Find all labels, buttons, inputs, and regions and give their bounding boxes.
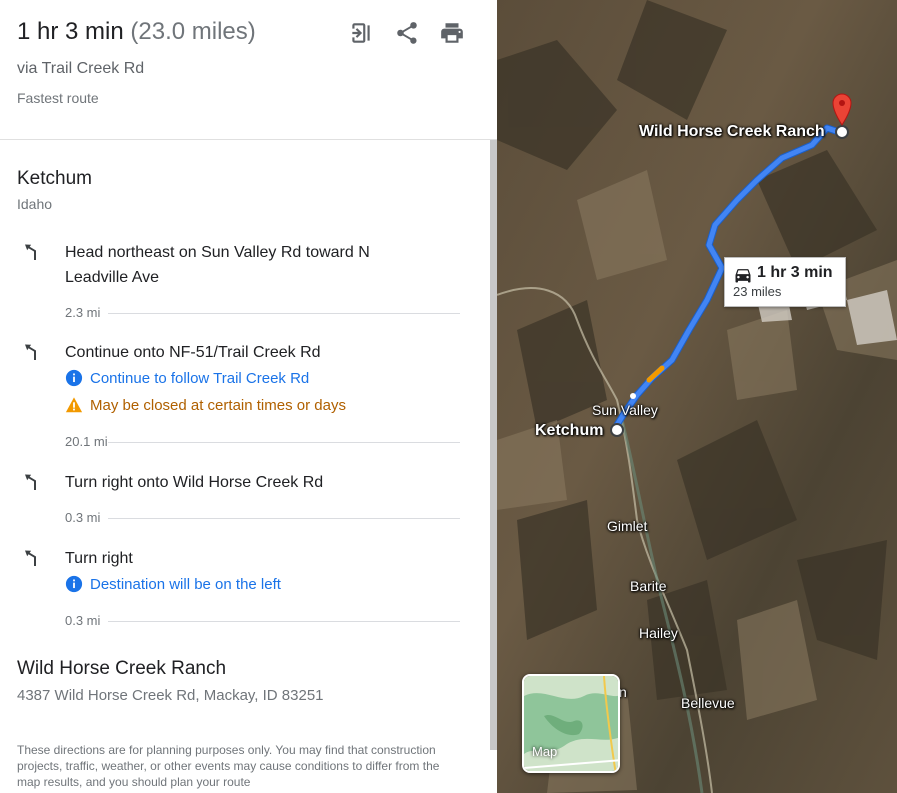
- waypoint-dot: [630, 393, 636, 399]
- map-label-barite: Barite: [630, 578, 667, 594]
- share-button[interactable]: [392, 18, 422, 48]
- info-icon: [65, 369, 83, 387]
- route-card-time: 1 hr 3 min: [757, 264, 833, 281]
- destination-marker[interactable]: [835, 125, 849, 139]
- turn-slight-left-icon: [22, 242, 42, 262]
- scrollbar[interactable]: [490, 140, 497, 750]
- route-card-miles: 23 miles: [733, 284, 782, 299]
- route-summary: 1 hr 3 min (23.0 miles) via Trail Creek …: [0, 0, 497, 140]
- step-divider: [108, 313, 460, 314]
- origin-marker[interactable]: [610, 423, 624, 437]
- origin-block: Ketchum Idaho: [17, 168, 92, 212]
- info-icon: [65, 575, 83, 593]
- step-distance: 0.3 mi: [65, 613, 101, 628]
- map-type-toggle[interactable]: Map: [522, 674, 620, 773]
- route-distance: (23.0 miles): [130, 18, 256, 45]
- origin-name: Ketchum: [17, 168, 92, 189]
- map-toggle-label: Map: [532, 744, 558, 759]
- origin-region: Idaho: [17, 196, 53, 212]
- warning-icon: [65, 397, 83, 413]
- step-warning-text: May be closed at certain times or days: [90, 396, 346, 414]
- car-icon: [735, 269, 751, 283]
- turn-slight-left-icon: [22, 548, 42, 568]
- send-to-phone-icon: [352, 23, 370, 43]
- map-label-gimlet: Gimlet: [607, 518, 648, 534]
- route-via: via Trail Creek Rd: [17, 60, 145, 77]
- disclaimer: These directions are for planning purpos…: [17, 743, 440, 789]
- map-label-destination: Wild Horse Creek Ranch: [639, 123, 825, 140]
- step-instruction: Turn right: [65, 550, 133, 567]
- step-info-text: Destination will be on the left: [90, 575, 281, 593]
- step-distance: 2.3 mi: [65, 305, 101, 320]
- route-note: Fastest route: [17, 90, 99, 106]
- map-label-origin: Ketchum: [535, 422, 604, 439]
- step-info-text: Continue to follow Trail Creek Rd: [90, 369, 310, 387]
- print-icon: [441, 23, 463, 43]
- step-divider: [108, 442, 460, 443]
- step-instruction: Continue onto NF-51/Trail Creek Rd: [65, 344, 321, 361]
- destination-address: 4387 Wild Horse Creek Rd, Mackay, ID 832…: [17, 687, 324, 704]
- route-title: 1 hr 3 min (23.0 miles): [17, 18, 256, 46]
- step-divider: [108, 518, 460, 519]
- map-label-bellevue: Bellevue: [681, 695, 735, 711]
- step-warning-note: May be closed at certain times or days: [65, 396, 346, 414]
- step-instruction: Head northeast on Sun Valley Rd toward N…: [65, 244, 370, 286]
- map-label-sun-valley: Sun Valley: [592, 402, 658, 418]
- directions-panel: 1 hr 3 min (23.0 miles) via Trail Creek …: [0, 0, 497, 793]
- route-duration: 1 hr 3 min: [17, 18, 124, 45]
- print-button[interactable]: [437, 18, 467, 48]
- share-icon: [397, 22, 417, 44]
- route-info-card[interactable]: 1 hr 3 min 23 miles: [724, 257, 846, 307]
- turn-slight-left-icon: [22, 472, 42, 492]
- map-label-partial: n: [619, 684, 627, 700]
- destination-block: Wild Horse Creek Ranch 4387 Wild Horse C…: [17, 658, 324, 704]
- step-distance: 0.3 mi: [65, 510, 101, 525]
- satellite-map[interactable]: Wild Horse Creek Ranch Ketchum Sun Valle…: [497, 0, 897, 793]
- step-instruction: Turn right onto Wild Horse Creek Rd: [65, 474, 324, 491]
- step-distance: 20.1 mi: [65, 434, 108, 449]
- destination-name: Wild Horse Creek Ranch: [17, 658, 227, 679]
- step-info-note: Continue to follow Trail Creek Rd: [65, 369, 309, 387]
- send-to-phone-button[interactable]: [346, 18, 376, 48]
- turn-slight-left-icon: [22, 342, 42, 362]
- map-label-hailey: Hailey: [639, 625, 678, 641]
- step-info-note: Destination will be on the left: [65, 575, 281, 593]
- step-divider: [108, 621, 460, 622]
